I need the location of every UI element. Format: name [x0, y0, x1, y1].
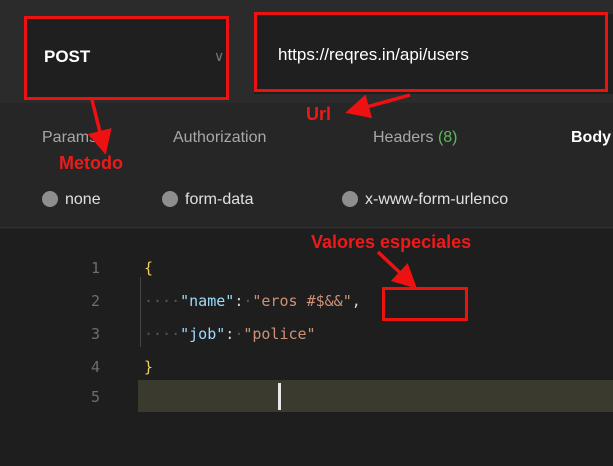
arrow-to-url	[345, 93, 411, 119]
annotation-arrows	[87, 93, 418, 289]
arrow-to-metodo	[87, 99, 112, 155]
arrow-to-special-values	[376, 250, 418, 289]
